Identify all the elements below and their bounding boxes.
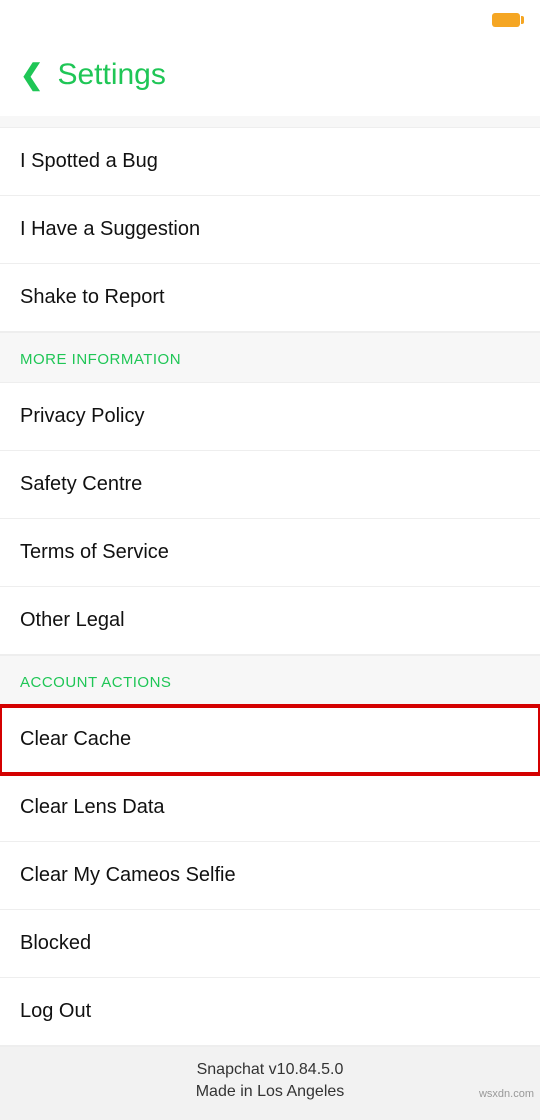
more-info-section: Privacy Policy Safety Centre Terms of Se… [0,383,540,655]
status-bar [0,0,540,40]
account-actions-section: Clear Cache Clear Lens Data Clear My Cam… [0,706,540,1046]
footer-version: Snapchat v10.84.5.0 [0,1059,540,1081]
list-item-blocked[interactable]: Blocked [0,910,540,978]
list-item-shake[interactable]: Shake to Report [0,264,540,332]
section-header-account-actions: ACCOUNT ACTIONS [0,655,540,706]
page-title: Settings [57,58,165,92]
list-item-safety[interactable]: Safety Centre [0,451,540,519]
section-header-more-info: MORE INFORMATION [0,332,540,383]
feedback-section: I Spotted a Bug I Have a Suggestion Shak… [0,128,540,332]
battery-icon [492,13,520,27]
section-gap [0,116,540,128]
list-item-logout[interactable]: Log Out [0,978,540,1046]
list-item-clear-cameos[interactable]: Clear My Cameos Selfie [0,842,540,910]
list-item-legal[interactable]: Other Legal [0,587,540,655]
back-icon[interactable]: ❮ [20,61,43,89]
list-item-clear-cache[interactable]: Clear Cache [0,706,540,774]
list-item-clear-lens[interactable]: Clear Lens Data [0,774,540,842]
list-item-privacy[interactable]: Privacy Policy [0,383,540,451]
footer-location: Made in Los Angeles [0,1081,540,1103]
list-item-bug[interactable]: I Spotted a Bug [0,128,540,196]
list-item-terms[interactable]: Terms of Service [0,519,540,587]
footer: Snapchat v10.84.5.0 Made in Los Angeles [0,1046,540,1120]
watermark: wsxdn.com [479,1088,534,1100]
list-item-suggestion[interactable]: I Have a Suggestion [0,196,540,264]
header: ❮ Settings [0,40,540,116]
